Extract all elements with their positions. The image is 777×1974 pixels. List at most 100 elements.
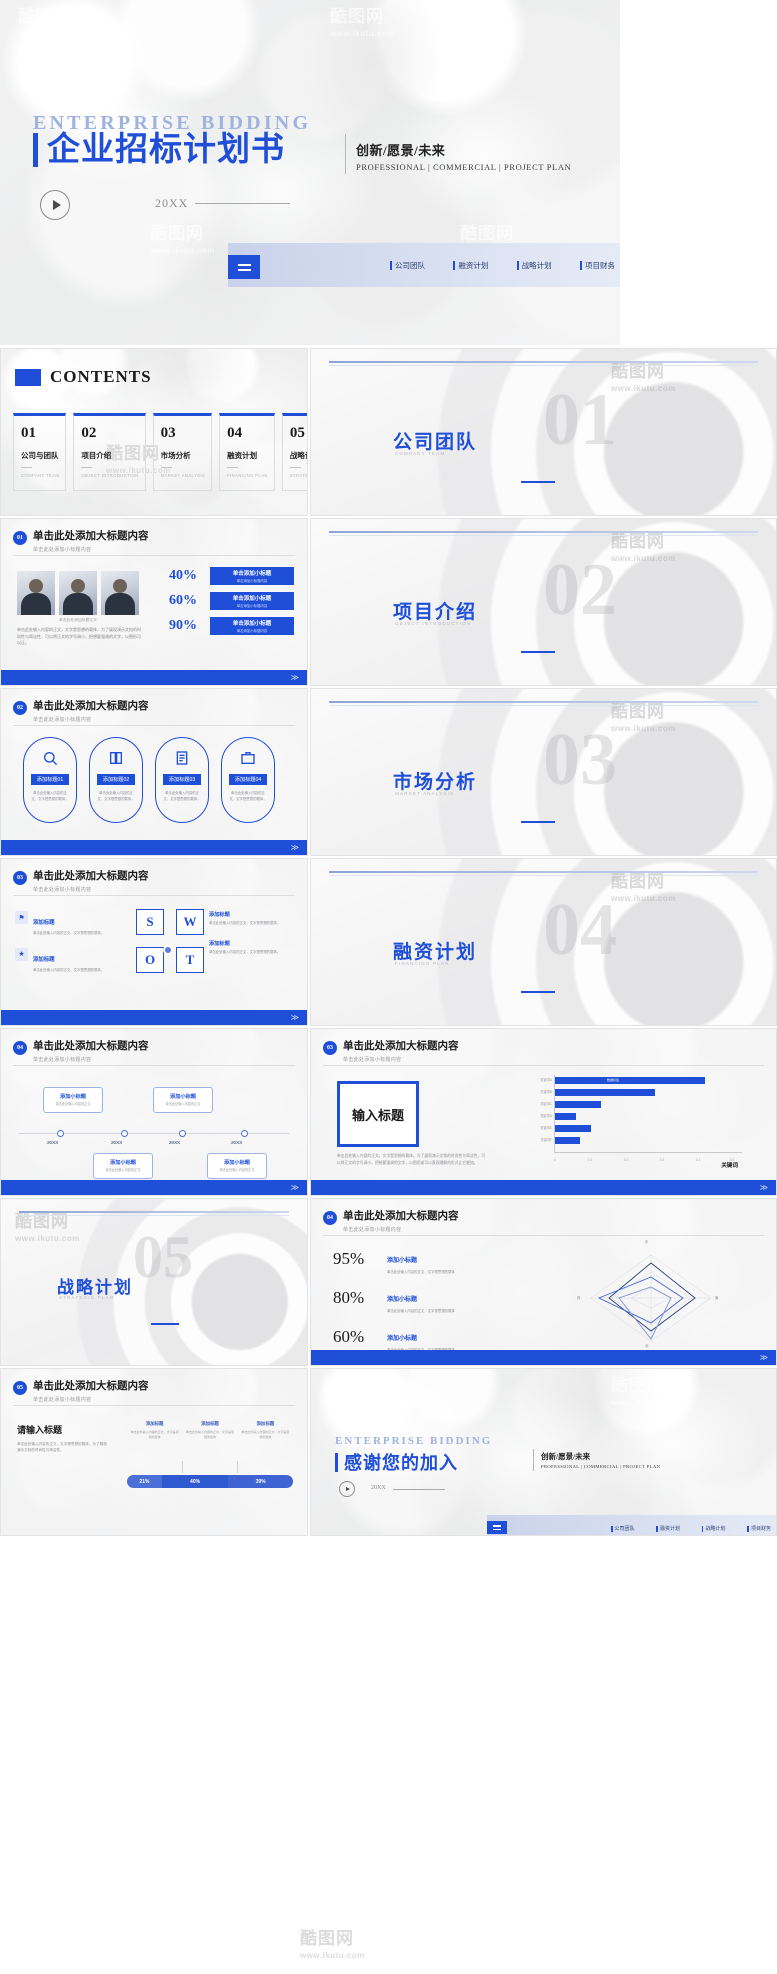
contents-card[interactable]: 02 项目介绍 OBJECT INTRODUCTION	[73, 413, 146, 491]
document-icon	[173, 749, 191, 767]
box-text: 单击此处输入内容的正文	[165, 1102, 201, 1107]
bar-category-label: 关键词E	[540, 1126, 552, 1130]
flag-icon: ⚑	[15, 911, 28, 924]
timeline-box-top[interactable]: 添加小标题 单击此处输入内容的正文	[153, 1087, 213, 1113]
next-arrow-icon[interactable]: ≫	[291, 1183, 299, 1192]
progress-segment: 40%	[161, 1475, 229, 1488]
contents-title: CONTENTS	[50, 367, 152, 386]
watermark-text: 酷图网	[300, 1929, 354, 1948]
nav-item-financing[interactable]: 融资计划	[656, 1525, 680, 1532]
team-stat-row: 90% 单击添加小标题 单击添加小标题内容	[169, 617, 294, 635]
play-icon[interactable]	[339, 1481, 355, 1497]
chart-bar-row: 关键词E	[540, 1125, 733, 1132]
timeline-dot	[179, 1130, 186, 1137]
section-ghost-number: 05	[133, 1224, 193, 1290]
slide-badge: 05	[13, 1381, 27, 1395]
book-icon	[107, 749, 125, 767]
chart-x-tick: 0.4	[695, 1158, 701, 1162]
header-rule	[13, 895, 295, 896]
icon-card[interactable]: 添加标题01 单击此处输入内容的正文，文字是思想的载体。	[23, 737, 77, 823]
play-icon[interactable]	[40, 190, 70, 220]
nav-item-strategy[interactable]: 战略计划	[516, 260, 552, 271]
swot-cell-o[interactable]: O	[136, 947, 164, 973]
swot-cell-s[interactable]: S	[136, 909, 164, 935]
title-nav: 公司团队 融资计划 战略计划 项目财务	[390, 260, 615, 271]
menu-icon[interactable]	[487, 1521, 507, 1534]
section-divider-slide-03: 酷图网 www.ikutu.com 03 市场分析 MARKET ANALYSI…	[310, 688, 777, 856]
contents-card[interactable]: 01 公司与团队 COMPANY TEAM	[13, 413, 67, 491]
header-rule	[13, 725, 295, 726]
next-arrow-icon[interactable]: ≫	[291, 673, 299, 682]
stat-text: 单击此处输入内容的正文，文字是思想的载体	[387, 1270, 455, 1274]
bar-fill	[555, 1137, 580, 1144]
section-top-rule	[329, 531, 758, 533]
section-top-rule-2	[19, 1215, 289, 1216]
radar-chart: 东 南 西 北 系列 1 系列 2 系列 3	[561, 1240, 741, 1356]
nav-item-finance[interactable]: 项目财务	[579, 260, 615, 271]
nav-item-team[interactable]: 公司团队	[611, 1525, 635, 1532]
stacked-progress-bar: 21% 40% 39%	[127, 1475, 293, 1488]
nav-label: 项目财务	[584, 261, 615, 270]
nav-item-financing[interactable]: 融资计划	[453, 260, 488, 271]
team-stat-row: 60% 单击添加小标题 单击添加小标题内容	[169, 592, 294, 610]
bar-fill	[555, 1101, 602, 1108]
icon-card[interactable]: 添加标题02 单击此处输入内容的正文，文字是思想的载体。	[89, 737, 143, 823]
slide-subheading: 单击此处添加小标题内容	[343, 1226, 402, 1233]
chart-bar-row: 关键词D	[540, 1113, 733, 1120]
slide-header: 03 单击此处添加大标题内容 单击此处添加小标题内容	[13, 870, 149, 893]
contents-card[interactable]: 05 战略计划 STRATEGIC PLAN	[281, 413, 307, 491]
nav-label: 融资计划	[458, 261, 489, 270]
swot-cell-t[interactable]: T	[176, 947, 204, 973]
end-english: ENTERPRISE BIDDING	[335, 1435, 493, 1447]
contents-card[interactable]: 04 融资计划 FINANCING PLAN	[219, 413, 275, 491]
radar-axis-label: 西	[577, 1296, 581, 1300]
timeline-box-top[interactable]: 添加小标题 单击此处输入内容的正文	[43, 1087, 103, 1113]
contents-header: CONTENTS	[15, 367, 152, 387]
slide-heading: 单击此处添加大标题内容	[33, 700, 149, 712]
card-number: 04	[227, 425, 243, 441]
nav-item-strategy[interactable]: 战略计划	[701, 1525, 725, 1532]
timeline-year: 20XX	[231, 1140, 243, 1145]
section-accent-bar	[521, 651, 555, 653]
swot-cell-w[interactable]: W	[176, 909, 204, 935]
timeline-box-bottom[interactable]: 添加小标题 单击此处输入内容的正文	[207, 1153, 267, 1179]
column-text: 单击此处输入内容的正文，文字是思想的载体	[241, 1430, 290, 1439]
nav-item-team[interactable]: 公司团队	[390, 260, 425, 271]
section-top-rule-2	[329, 365, 758, 366]
section-top-rule	[19, 1211, 289, 1213]
next-arrow-icon[interactable]: ≫	[760, 1353, 768, 1362]
next-arrow-icon[interactable]: ≫	[291, 1013, 299, 1022]
icon-card[interactable]: 添加标题04 单击此处输入内容的正文，文字是思想的载体。	[221, 737, 275, 823]
stat-chip[interactable]: 单击添加小标题 单击添加小标题内容	[210, 617, 294, 635]
bar-fill	[555, 1077, 705, 1084]
icon-card[interactable]: 添加标题03 单击此处输入内容的正文，文字是思想的载体。	[155, 737, 209, 823]
swot-item-title: 添加标题	[209, 912, 230, 918]
watermark: 酷图网 www.ikutu.com	[300, 1930, 365, 1960]
next-arrow-icon[interactable]: ≫	[291, 843, 299, 852]
card-title: 融资计划	[227, 451, 258, 460]
slide-badge: 03	[323, 1041, 337, 1055]
slide-heading: 单击此处添加大标题内容	[33, 530, 149, 542]
icon-card-label: 添加标题02	[96, 774, 136, 785]
contents-card[interactable]: 03 市场分析 MARKET ANALYSIS	[152, 413, 213, 491]
box-title: 添加小标题	[110, 1160, 136, 1167]
stat-percent: 60%	[333, 1326, 365, 1346]
nav-item-finance[interactable]: 项目财务	[747, 1525, 771, 1532]
chip-title: 单击添加小标题	[232, 596, 272, 602]
swot-item-title: 添加标题	[209, 940, 230, 947]
icon-card-label: 添加标题03	[162, 774, 202, 785]
radar-axis-label: 东	[645, 1240, 649, 1244]
icon-card-label: 添加标题04	[228, 774, 268, 785]
card-number: 03	[160, 425, 176, 441]
next-arrow-icon[interactable]: ≫	[760, 1183, 768, 1192]
stat-chip[interactable]: 单击添加小标题 单击添加小标题内容	[210, 567, 294, 585]
menu-icon[interactable]	[228, 255, 260, 279]
title-slide: 酷图网 www.ikutu.com 酷图网 www.ikutu.com 酷图网 …	[0, 0, 620, 345]
end-divider	[533, 1449, 534, 1471]
end-rule	[393, 1489, 445, 1490]
radar-axis-label: 北	[645, 1344, 649, 1348]
horizontal-bar-chart: 关键词A 数据标签 关键词B 关键词C 关键词D 关键词E 关键词F 0 0.1…	[516, 1075, 746, 1169]
timeline-box-bottom[interactable]: 添加小标题 单击此处输入内容的正文	[93, 1153, 153, 1179]
stat-percent: 30%	[333, 1365, 375, 1366]
stat-chip[interactable]: 单击添加小标题 单击添加小标题内容	[210, 592, 294, 610]
